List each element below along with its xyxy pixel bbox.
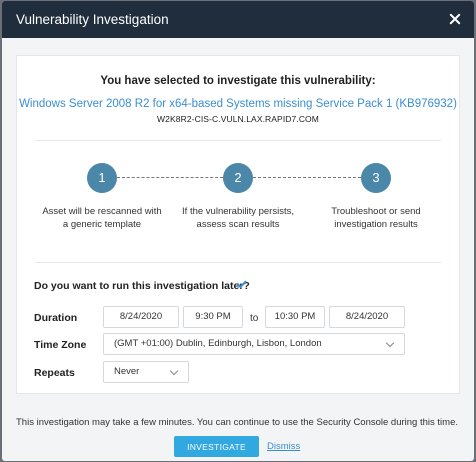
section-divider: [35, 262, 441, 263]
step-connector: [253, 177, 361, 178]
start-date-field[interactable]: 8/24/2020: [103, 306, 179, 328]
step-2-badge: 2: [223, 163, 253, 193]
close-icon[interactable]: [448, 12, 462, 26]
step-3-text: Troubleshoot or send investigation resul…: [331, 206, 421, 230]
schedule-later-question: Do you want to run this investigation la…: [34, 280, 250, 292]
host-name: W2K8R2-CIS-C.VULN.LAX.RAPID7.COM: [157, 114, 319, 124]
step-connector: [117, 177, 223, 178]
repeats-select[interactable]: Never: [103, 361, 189, 383]
step-1-text: Asset will be rescanned with a generic t…: [42, 206, 162, 230]
investigation-dialog: Vulnerability Investigation You have sel…: [2, 1, 474, 461]
dismiss-link[interactable]: Dismiss: [267, 441, 300, 452]
step-2-text: If the vulnerability persists, assess sc…: [182, 206, 294, 230]
dialog-titlebar: Vulnerability Investigation: [2, 1, 474, 38]
repeats-label: Repeats: [34, 367, 75, 379]
end-time-field[interactable]: 10:30 PM: [265, 306, 325, 328]
end-date-field[interactable]: 8/24/2020: [329, 306, 405, 328]
timezone-label: Time Zone: [34, 339, 87, 351]
start-time-field[interactable]: 9:30 PM: [183, 306, 243, 328]
chevron-down-icon: [169, 366, 179, 376]
duration-label: Duration: [34, 312, 78, 324]
chevron-down-icon: [385, 338, 395, 348]
selection-heading: You have selected to investigate this vu…: [100, 75, 376, 87]
timezone-select[interactable]: (GMT +01:00) Dublin, Edinburgh, Lisbon, …: [103, 333, 405, 355]
investigation-panel: You have selected to investigate this vu…: [16, 55, 460, 394]
timezone-value: (GMT +01:00) Dublin, Edinburgh, Lisbon, …: [114, 338, 322, 349]
step-3-badge: 3: [361, 163, 391, 193]
repeats-value: Never: [114, 366, 140, 377]
step-1-badge: 1: [87, 163, 117, 193]
section-divider: [35, 140, 441, 141]
to-label: to: [250, 313, 259, 324]
vulnerability-link[interactable]: Windows Server 2008 R2 for x64-based Sys…: [17, 98, 459, 110]
dialog-title: Vulnerability Investigation: [16, 12, 169, 27]
duration-note: This investigation may take a few minute…: [16, 417, 458, 428]
investigate-button[interactable]: INVESTIGATE: [174, 436, 259, 457]
